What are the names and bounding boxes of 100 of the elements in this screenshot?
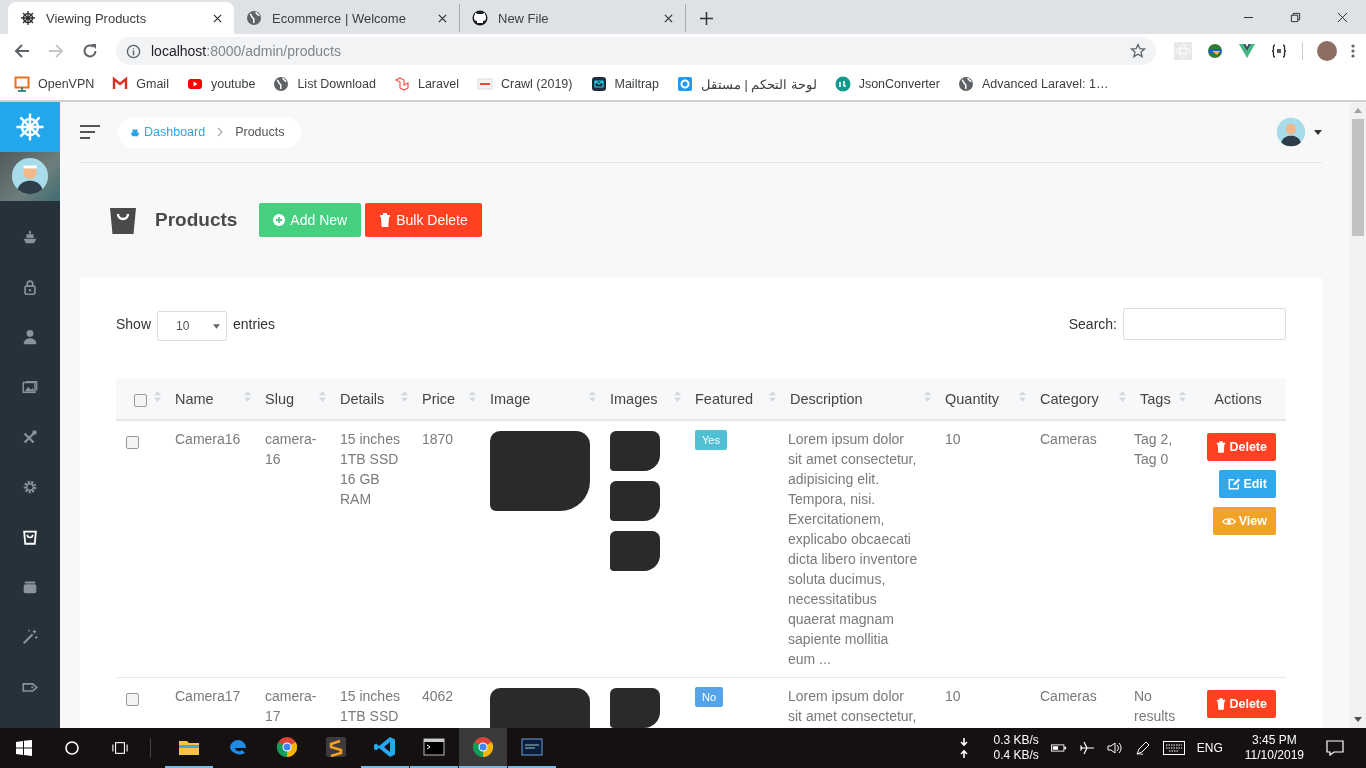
chrome-icon	[275, 735, 299, 759]
bookmark[interactable]: لوحة التحكم | مستقل	[676, 76, 817, 92]
logo-tile[interactable]	[0, 102, 60, 152]
windows-icon[interactable]	[16, 740, 32, 756]
scroll-down-icon[interactable]	[1354, 717, 1362, 722]
bookmark[interactable]: OpenVPN	[14, 76, 95, 92]
upload-speed: 0.3 KB/s	[993, 733, 1039, 748]
entries-label: entries	[233, 316, 276, 332]
reload-icon[interactable]	[82, 43, 98, 59]
search-label: Search:	[1068, 316, 1117, 332]
browser-tab[interactable]: Viewing Products	[8, 2, 234, 34]
scrollbar-thumb[interactable]	[1352, 119, 1364, 236]
star-icon[interactable]	[1130, 43, 1146, 59]
airplane-icon[interactable]	[1078, 740, 1095, 756]
column-header[interactable]: Actions	[1190, 378, 1286, 420]
profile-avatar[interactable]	[1317, 41, 1337, 61]
wheel-icon	[14, 110, 46, 143]
keyboard-icon[interactable]	[1162, 741, 1185, 755]
volume-icon[interactable]	[1106, 740, 1123, 756]
caret-icon[interactable]	[1314, 129, 1322, 135]
column-header[interactable]: Quantity	[935, 378, 1030, 420]
close-icon[interactable]	[1337, 11, 1348, 23]
ship-icon	[130, 127, 140, 137]
braces-icon[interactable]	[1270, 42, 1288, 60]
ship-icon[interactable]	[21, 228, 39, 246]
gear-icon[interactable]	[21, 478, 39, 496]
select-all-checkbox[interactable]	[134, 394, 147, 408]
battery-icon[interactable]	[1050, 743, 1067, 753]
table-cell: 10	[935, 420, 1030, 678]
user-icon[interactable]	[21, 328, 39, 346]
lock-icon[interactable]	[21, 278, 39, 296]
column-header[interactable]: Category	[1030, 378, 1130, 420]
edit-icon	[1228, 478, 1241, 490]
eye-icon	[1221, 516, 1236, 526]
trash-icon	[1216, 441, 1227, 453]
address-bar[interactable]: localhost:8000/admin/products	[116, 37, 1156, 65]
menu-icon[interactable]	[1351, 43, 1355, 59]
tools-icon[interactable]	[21, 428, 39, 446]
table-cell: Lorem ipsum dolor sit amet consectetur, adipisicing elit. Tempora, nisi. Exercitationem, explicabo obcaecati dicta libero inventore soluta ducimus, necessitatibus quaerat magnam sapiente mollitia eum ...	[780, 420, 935, 678]
bag-icon[interactable]	[21, 528, 39, 546]
search-icon[interactable]	[64, 740, 80, 756]
avatar-silhouette[interactable]	[1276, 117, 1306, 147]
row-checkbox[interactable]	[126, 435, 139, 449]
mail-icon	[112, 76, 129, 92]
trash-icon	[1216, 698, 1227, 710]
table-cell: 15 inches 1TB SSD 16 GB RAM	[330, 420, 412, 678]
photo-placeholder	[610, 688, 660, 728]
globe-icon	[246, 10, 262, 26]
wand-icon[interactable]	[21, 628, 39, 646]
taskbar-app[interactable]	[459, 728, 507, 768]
avatar-silhouette[interactable]	[11, 157, 49, 196]
vue-icon[interactable]	[1238, 42, 1256, 60]
trash-icon	[379, 213, 392, 227]
chevron-icon	[217, 127, 224, 137]
envelope-icon	[590, 76, 607, 92]
browser-tab[interactable]: Ecommerce | Welcome	[234, 4, 460, 32]
table-cell: Cameras	[1030, 420, 1130, 678]
code-icon	[373, 735, 397, 759]
breadcrumb-current: Products	[235, 125, 285, 139]
close-icon[interactable]	[438, 13, 447, 23]
scrollbar[interactable]	[1350, 102, 1366, 728]
row-checkbox[interactable]	[126, 692, 139, 706]
column-header[interactable]: Images	[600, 378, 685, 420]
bookmark[interactable]: JsonConverter	[834, 76, 940, 92]
bookmark[interactable]: Laravel	[393, 76, 459, 92]
terminal-icon	[520, 735, 544, 759]
notification-icon[interactable]	[1326, 740, 1344, 756]
column-header[interactable]: Slug	[255, 378, 330, 420]
column-header[interactable]: Image	[480, 378, 600, 420]
bookmark[interactable]: Advanced Laravel: 1…	[957, 76, 1109, 92]
photo-placeholder	[610, 531, 660, 571]
clock[interactable]: 3:45 PM 11/10/2019	[1244, 733, 1304, 763]
close-icon[interactable]	[664, 13, 673, 23]
task-view-icon[interactable]	[112, 740, 128, 756]
search-field[interactable]	[1123, 308, 1286, 340]
pen-icon[interactable]	[1134, 740, 1151, 756]
bookmark[interactable]: Gmail	[112, 76, 169, 92]
browser-tab[interactable]: New File	[460, 4, 686, 32]
bookmark[interactable]: Crawl (2019)	[476, 76, 573, 92]
close-icon[interactable]	[213, 13, 222, 23]
column-header[interactable]: Details	[330, 378, 412, 420]
info-icon[interactable]	[126, 43, 141, 59]
bookmark[interactable]: List Download	[273, 76, 376, 92]
bookmark[interactable]: Mailtrap	[590, 76, 659, 92]
column-header[interactable]: Featured	[685, 378, 780, 420]
language-indicator[interactable]: ENG	[1196, 741, 1223, 755]
column-header[interactable]: Tags	[1130, 378, 1190, 420]
bookmark[interactable]: youtube	[186, 76, 256, 92]
back-icon[interactable]	[14, 43, 30, 59]
restore-icon[interactable]	[1290, 11, 1301, 23]
images-icon[interactable]	[21, 378, 39, 396]
entries-select[interactable]: 10	[157, 311, 228, 341]
column-header[interactable]: Name	[165, 378, 255, 420]
plus-icon[interactable]	[700, 12, 713, 25]
column-header[interactable]: Price	[412, 378, 480, 420]
chrome-icon	[471, 735, 495, 759]
vpn-icon	[14, 76, 30, 92]
menu-icon[interactable]	[80, 125, 100, 139]
column-header[interactable]: Description	[780, 378, 935, 420]
download-speed: 0.4 KB/s	[993, 748, 1039, 763]
